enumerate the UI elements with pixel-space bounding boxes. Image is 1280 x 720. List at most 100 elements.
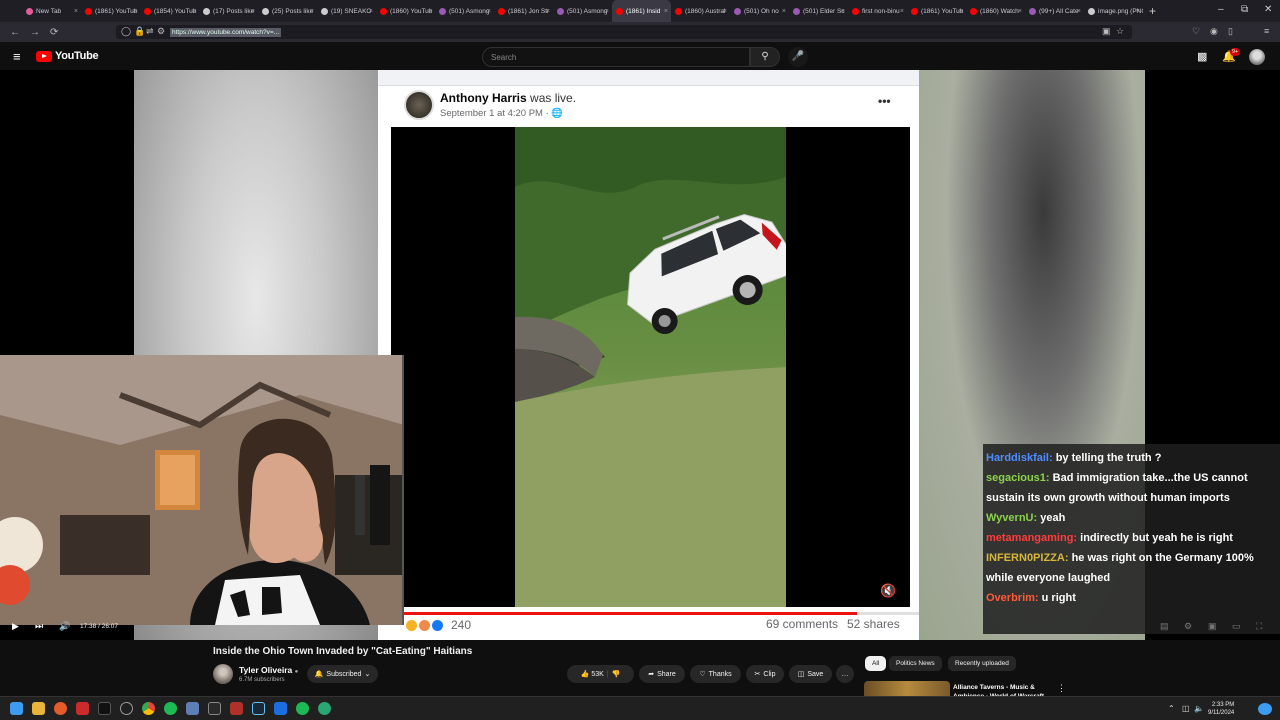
tab-close-icon[interactable]: × (251, 8, 255, 15)
tab-close-icon[interactable]: × (74, 8, 78, 15)
account-icon[interactable]: ◉ (1210, 26, 1218, 37)
notification-center-icon[interactable] (1258, 703, 1272, 715)
browser-tab[interactable]: (501) Asmong × (553, 0, 612, 22)
restore-button[interactable]: ⧉ (1241, 4, 1248, 15)
tab-close-icon[interactable]: × (1136, 8, 1140, 15)
firefox-icon[interactable] (54, 702, 67, 715)
tray-chevron-icon[interactable]: ⌃ (1168, 704, 1175, 713)
miniplayer-icon[interactable]: ▣ (1208, 621, 1217, 632)
tab-close-icon[interactable]: × (900, 8, 904, 15)
user-avatar[interactable] (1249, 49, 1265, 65)
tab-close-icon[interactable]: × (664, 8, 668, 15)
tab-close-icon[interactable]: × (1077, 8, 1081, 15)
browser-tab[interactable]: (17) Posts like × (199, 0, 258, 22)
permissions-icon[interactable]: ⇌ (146, 26, 154, 37)
voice-search-button[interactable]: 🎤 (788, 47, 808, 67)
tab-close-icon[interactable]: × (369, 8, 373, 15)
tab-close-icon[interactable]: × (310, 8, 314, 15)
tab-close-icon[interactable]: × (192, 8, 196, 15)
url-text[interactable]: https://www.youtube.com/watch?v=... (170, 27, 282, 37)
hamburger-menu-icon[interactable]: ≡ (13, 50, 21, 63)
close-window-button[interactable]: ✕ (1264, 4, 1272, 15)
notes-icon[interactable] (274, 702, 287, 715)
shield-icon[interactable]: ◯ (121, 26, 131, 37)
thumbs-down-icon[interactable]: 👎 (612, 670, 621, 678)
browser-tab[interactable]: (1860) Austral × (671, 0, 730, 22)
clip-button[interactable]: ✂ Clip (746, 665, 784, 683)
tab-close-icon[interactable]: × (487, 8, 491, 15)
tracking-icon[interactable]: ⚙ (157, 26, 165, 37)
speaker-icon[interactable]: 🔈 (1194, 704, 1204, 713)
picture-in-picture-icon[interactable]: ▣ (1102, 26, 1111, 37)
spotify-icon-2[interactable] (296, 702, 309, 715)
menu-icon[interactable]: ≡ (1264, 26, 1269, 36)
create-video-icon[interactable]: ▩ (1197, 50, 1207, 63)
tab-close-icon[interactable]: × (959, 8, 963, 15)
network-icon[interactable]: ◫ (1182, 704, 1190, 713)
thanks-button[interactable]: ♡ Thanks (690, 665, 741, 683)
back-icon[interactable]: ← (10, 27, 20, 38)
x-app-icon[interactable] (98, 702, 111, 715)
filter-chip[interactable]: Recently uploaded (948, 656, 1016, 671)
app-icon-red[interactable] (76, 702, 89, 715)
browser-tab[interactable]: image.png (PNG I× (1084, 0, 1143, 22)
browser-tab[interactable]: (1861) YouTub × (907, 0, 966, 22)
chrome-icon[interactable] (142, 702, 155, 715)
file-explorer-icon[interactable] (32, 702, 45, 715)
app-icon-gray[interactable] (208, 702, 221, 715)
fullscreen-icon[interactable]: ⛶ (1256, 621, 1262, 632)
mail-icon[interactable] (186, 702, 199, 715)
more-actions-button[interactable]: … (836, 665, 854, 683)
subscribe-button[interactable]: 🔔 Subscribed ⌄ (307, 665, 378, 683)
spotify-icon[interactable] (164, 702, 177, 715)
forward-icon[interactable]: → (30, 27, 40, 38)
address-bar[interactable]: ◯ 🔒 ⇌ ⚙ https://www.youtube.com/watch?v=… (116, 25, 1132, 39)
tab-close-icon[interactable]: × (546, 8, 550, 15)
youtube-logo[interactable]: YouTube (36, 50, 99, 62)
video-player[interactable]: Anthony Harris was live. September 1 at … (0, 70, 1280, 640)
theater-mode-icon[interactable]: ▭ (1232, 621, 1241, 632)
save-button[interactable]: ◫ Save (789, 665, 832, 683)
browser-tab[interactable]: (19) SNEAKO × (317, 0, 376, 22)
filter-chip[interactable]: Politics News (889, 656, 942, 671)
recommended-more-icon[interactable]: ⋮ (1057, 683, 1066, 694)
subtitles-icon[interactable]: ▤ (1160, 621, 1169, 632)
browser-tab[interactable]: (1854) YouTub × (140, 0, 199, 22)
search-input[interactable]: Search (482, 47, 750, 67)
extensions-icon[interactable]: ▯ (1228, 26, 1233, 37)
windows-start-icon[interactable] (10, 702, 23, 715)
minimize-button[interactable]: – (1218, 4, 1224, 15)
browser-tab[interactable]: first non-binu × (848, 0, 907, 22)
tab-close-icon[interactable]: × (428, 8, 432, 15)
channel-avatar[interactable] (213, 664, 233, 684)
filter-chip[interactable]: All (865, 656, 887, 671)
pocket-icon[interactable]: ♡ (1192, 26, 1200, 37)
browser-tab[interactable]: New Tab × (22, 0, 81, 22)
tab-close-icon[interactable]: × (605, 8, 609, 15)
next-video-icon[interactable]: ⏭ (35, 621, 43, 632)
channel-name-line[interactable]: Tyler Oliveira ● (239, 665, 298, 675)
like-button[interactable]: 👍 53K (581, 670, 604, 678)
volume-icon[interactable]: 🔊 (59, 621, 70, 632)
obs-icon[interactable] (120, 702, 133, 715)
new-tab-button[interactable]: + (1149, 4, 1156, 18)
app-icon-dark-red[interactable] (230, 702, 243, 715)
app-icon-green[interactable] (318, 702, 331, 715)
tab-close-icon[interactable]: × (1018, 8, 1022, 15)
tab-close-icon[interactable]: × (782, 8, 786, 15)
browser-tab[interactable]: (1861) YouTub × (81, 0, 140, 22)
play-icon[interactable]: ▶ (12, 621, 19, 632)
channel-name[interactable]: Tyler Oliveira (239, 665, 292, 675)
browser-tab[interactable]: (1861) Insid × (612, 0, 671, 22)
reload-icon[interactable]: ⟳ (50, 27, 58, 38)
browser-tab[interactable]: (501) Asmong × (435, 0, 494, 22)
search-button[interactable]: ⚲ (750, 47, 780, 67)
lock-icon[interactable]: 🔒 (134, 26, 145, 37)
tab-close-icon[interactable]: × (841, 8, 845, 15)
settings-gear-icon[interactable]: ⚙ (1184, 621, 1192, 632)
tab-close-icon[interactable]: × (133, 8, 137, 15)
steam-icon[interactable] (252, 702, 265, 715)
browser-tab[interactable]: (25) Posts like × (258, 0, 317, 22)
browser-tab[interactable]: (501) Elder Sc × (789, 0, 848, 22)
share-button[interactable]: ➦ Share (639, 665, 685, 683)
